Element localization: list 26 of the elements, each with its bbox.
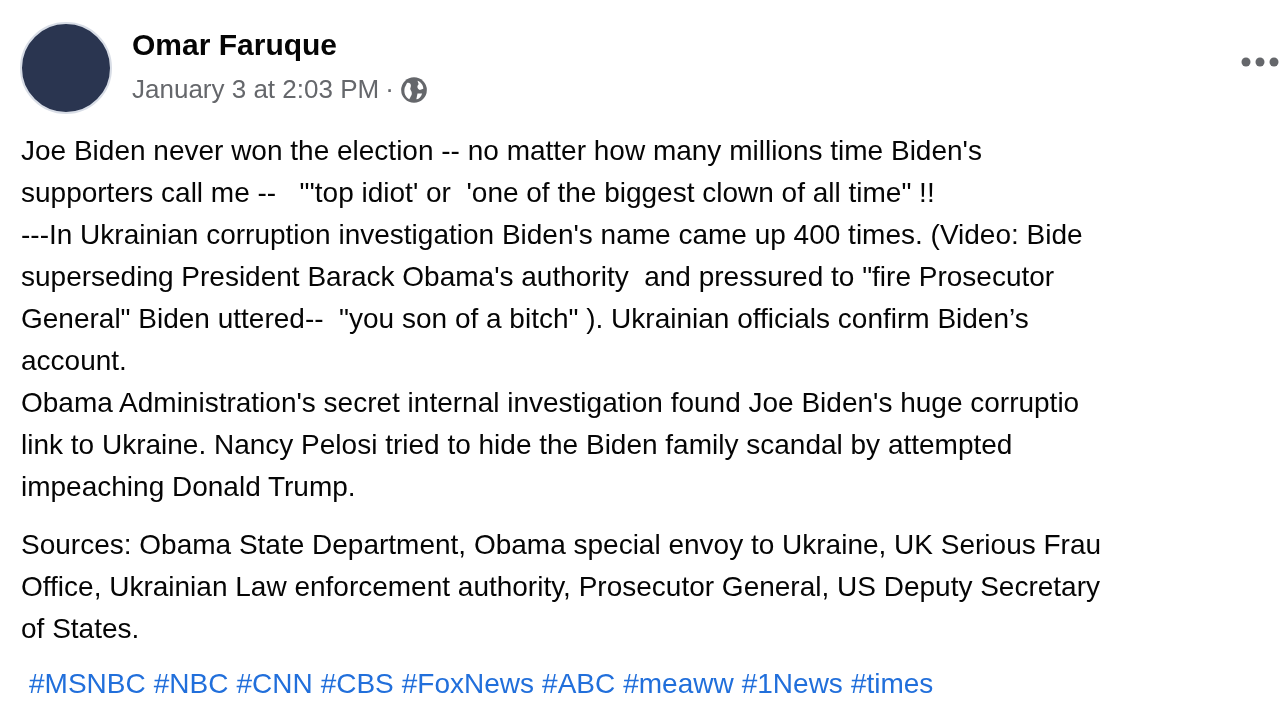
post-text-line: Joe Biden never won the election -- no matter how many millions time Biden's bbox=[21, 134, 983, 168]
post-text-line: impeaching Donald Trump. bbox=[21, 470, 357, 504]
post-text-line: Sources: Obama State Department, Obama special envoy to Ukraine, UK Serious Frau bbox=[21, 528, 1103, 562]
hashtag-link[interactable]: #1News bbox=[741, 666, 843, 702]
post-text-line: account. bbox=[21, 344, 128, 378]
separator-dot: · bbox=[385, 73, 394, 106]
post-text-line: Office, Ukrainian Law enforcement authority, Prosecutor General, US Deputy Secretary bbox=[21, 570, 1101, 604]
post-text-line: link to Ukraine. Nancy Pelosi tried to hide the Biden family scandal by attempted bbox=[21, 428, 1014, 462]
post-text-line: ---In Ukrainian corruption investigation Biden's name came up 400 times. (Video: Bide bbox=[21, 218, 1084, 252]
post-text-line: supporters call me -- "'top idiot' or 'one of the biggest clown of all time" !! bbox=[21, 176, 936, 210]
hashtag-link[interactable]: #meaww bbox=[623, 666, 734, 702]
post-text-line: Obama Administration's secret internal investigation found Joe Biden's huge corruptio bbox=[21, 386, 1081, 420]
hashtag-link[interactable]: #CBS bbox=[320, 666, 394, 702]
more-options-icon[interactable] bbox=[1240, 56, 1280, 68]
hashtag-link[interactable]: #ABC bbox=[542, 666, 616, 702]
post-timestamp[interactable]: January 3 at 2:03 PM bbox=[132, 70, 380, 109]
globe-icon bbox=[399, 75, 428, 104]
hashtag-link[interactable]: #times bbox=[850, 666, 934, 702]
hashtag-link[interactable]: #MSNBC bbox=[29, 666, 146, 702]
hashtag-link[interactable]: #CNN bbox=[236, 666, 313, 702]
hashtag-link[interactable]: #FoxNews bbox=[401, 666, 535, 702]
author-name[interactable]: Omar Faruque bbox=[132, 26, 428, 64]
post-text-line: of States. bbox=[21, 612, 141, 646]
post-text-line: superseding President Barack Obama's authority and pressured to "fire Prosecutor bbox=[21, 260, 1056, 294]
post-text-line: General" Biden uttered-- "you son of a bitch" ). Ukrainian officials confirm Biden’s bbox=[21, 302, 1030, 336]
hashtag-link[interactable]: #NBC bbox=[153, 666, 229, 702]
